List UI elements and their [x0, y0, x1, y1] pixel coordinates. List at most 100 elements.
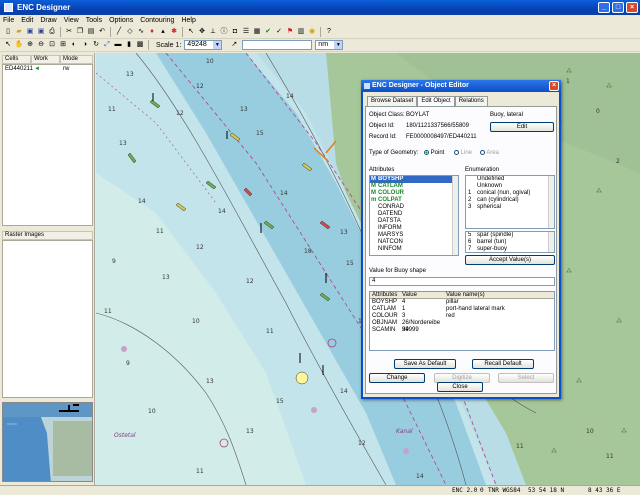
- measure-icon[interactable]: ⟂: [208, 27, 218, 37]
- menu-options[interactable]: Options: [109, 17, 133, 24]
- draw-area-icon[interactable]: ◇: [125, 27, 135, 37]
- tab-browse-dataset[interactable]: Browse Dataset: [367, 96, 418, 106]
- table-row[interactable]: COLOUR 3 red: [370, 313, 554, 320]
- edit-button[interactable]: Edit: [490, 122, 554, 132]
- attribute-item[interactable]: M BOYSHP: [370, 176, 458, 183]
- cut-icon[interactable]: ✂: [64, 27, 74, 37]
- unit-combo[interactable]: nm ▼: [315, 40, 344, 50]
- header-value-names[interactable]: Value name(s): [444, 292, 554, 298]
- close-window-button[interactable]: ×: [626, 2, 638, 13]
- save-all-icon[interactable]: ▣: [36, 27, 46, 37]
- grid-icon[interactable]: ▦: [252, 27, 262, 37]
- menu-tools[interactable]: Tools: [86, 17, 102, 24]
- attribute-item[interactable]: CONRAD: [370, 204, 458, 211]
- info-icon[interactable]: ⓘ: [219, 27, 229, 37]
- flag-icon[interactable]: ⚑: [285, 27, 295, 37]
- attribute-item[interactable]: M CATLAM: [370, 183, 458, 190]
- fit-icon[interactable]: ⤢: [102, 40, 112, 50]
- save-icon[interactable]: ▣: [25, 27, 35, 37]
- enumeration-item[interactable]: 1 conical (nun, ogival): [466, 190, 554, 197]
- table-row[interactable]: BOYSHP 4 pillar: [370, 299, 554, 306]
- table-row[interactable]: OBJNAM 26/Nordereibe 34: [370, 320, 554, 333]
- menu-draw[interactable]: Draw: [40, 17, 56, 24]
- zoom-window-icon[interactable]: ⊡: [47, 40, 57, 50]
- enumeration-item[interactable]: 2 can (cylindrical): [466, 197, 554, 204]
- close-button[interactable]: Close: [437, 382, 483, 392]
- attribute-item[interactable]: m COLPAT: [370, 197, 458, 204]
- zoom-out-icon[interactable]: ⊖: [36, 40, 46, 50]
- attribute-item[interactable]: NINFOM: [370, 246, 458, 253]
- light-icon[interactable]: ✱: [169, 27, 179, 37]
- cell-row[interactable]: ED440211 ◄ rw: [3, 65, 92, 73]
- chevron-down-icon[interactable]: ▼: [334, 41, 343, 49]
- table-row[interactable]: CATLAM 1 port-hand lateral mark: [370, 306, 554, 313]
- pointer-icon[interactable]: ↖: [3, 40, 13, 50]
- column-work[interactable]: Work: [31, 55, 60, 64]
- help-icon[interactable]: ?: [324, 27, 334, 37]
- zoom-prev-icon[interactable]: ◐: [69, 40, 79, 50]
- attributes-scrollbar[interactable]: [452, 176, 458, 255]
- palette-icon[interactable]: ▩: [135, 40, 145, 50]
- chart-icon[interactable]: ▥: [296, 27, 306, 37]
- enumeration-item[interactable]: 7 super-buoy: [466, 246, 554, 252]
- radio-line[interactable]: [454, 150, 459, 155]
- enumeration-item[interactable]: 5 spar (spindle): [466, 232, 554, 239]
- attribute-item[interactable]: MARSYS: [370, 232, 458, 239]
- attribute-item[interactable]: DATEND: [370, 211, 458, 218]
- overview-map[interactable]: [2, 402, 93, 482]
- tab-relations[interactable]: Relations: [454, 96, 488, 106]
- draw-line-icon[interactable]: ╱: [114, 27, 124, 37]
- header-value[interactable]: Value: [400, 292, 444, 298]
- chevron-down-icon[interactable]: ▼: [213, 41, 222, 49]
- attribute-item[interactable]: NATCON: [370, 239, 458, 246]
- enumeration-item[interactable]: 6 barrel (tun): [466, 239, 554, 246]
- zoom-next-icon[interactable]: ◑: [80, 40, 90, 50]
- validate-icon[interactable]: ✓: [274, 27, 284, 37]
- change-button[interactable]: Change: [369, 373, 425, 383]
- night-mode-icon[interactable]: ▮: [124, 40, 134, 50]
- scale-combo[interactable]: 49248 ▼: [184, 40, 223, 50]
- buoy-red-icon[interactable]: ♦: [147, 27, 157, 37]
- column-mode[interactable]: Mode: [60, 55, 93, 64]
- paste-icon[interactable]: ▤: [86, 27, 96, 37]
- radio-point[interactable]: [424, 150, 429, 155]
- enumeration-scrollbar[interactable]: [548, 176, 554, 228]
- enumeration-list[interactable]: Undefined Unknown 1 conical (nun, ogival) 2 c…: [465, 175, 555, 229]
- geometry-area-option[interactable]: Area: [480, 150, 499, 156]
- close-icon[interactable]: ×: [549, 81, 559, 91]
- value-input[interactable]: 4: [369, 277, 555, 286]
- menu-help[interactable]: Help: [181, 17, 195, 24]
- distance-input[interactable]: [242, 40, 313, 50]
- open-folder-icon[interactable]: ▰: [14, 27, 24, 37]
- column-cells[interactable]: Cells: [2, 55, 31, 64]
- day-mode-icon[interactable]: ▬: [113, 40, 123, 50]
- zoom-extent-icon[interactable]: ⊞: [58, 40, 68, 50]
- maximize-button[interactable]: □: [612, 2, 624, 13]
- radio-area[interactable]: [480, 150, 485, 155]
- check-icon[interactable]: ✔: [263, 27, 273, 37]
- enumeration-list-lower[interactable]: 5 spar (spindle) 6 barrel (tun) 7 super-buoy: [465, 231, 555, 253]
- accept-values-button[interactable]: Accept Value(s): [465, 255, 555, 265]
- select-icon[interactable]: ↖: [186, 27, 196, 37]
- copy-icon[interactable]: ❐: [75, 27, 85, 37]
- raster-images-header[interactable]: Raster Images: [2, 231, 93, 240]
- enumeration-item[interactable]: Undefined: [466, 176, 554, 183]
- buoy-icon[interactable]: ▴: [158, 27, 168, 37]
- recall-default-button[interactable]: Recall Default: [472, 359, 534, 369]
- hand-icon[interactable]: ✋: [14, 40, 24, 50]
- attribute-item[interactable]: INFORM: [370, 225, 458, 232]
- print-icon[interactable]: ⎙: [47, 27, 57, 37]
- layers-icon[interactable]: ☰: [241, 27, 251, 37]
- header-attributes[interactable]: Attributes: [370, 292, 400, 298]
- menu-file[interactable]: File: [3, 17, 14, 24]
- attribute-item[interactable]: M COLOUR: [370, 190, 458, 197]
- marker-icon[interactable]: ◘: [230, 27, 240, 37]
- attribute-item[interactable]: DATSTA: [370, 218, 458, 225]
- menu-edit[interactable]: Edit: [21, 17, 33, 24]
- enumeration-lower-scrollbar[interactable]: [548, 232, 554, 252]
- refresh-icon[interactable]: ↻: [91, 40, 101, 50]
- new-file-icon[interactable]: ▯: [3, 27, 13, 37]
- minimize-button[interactable]: _: [598, 2, 610, 13]
- attributes-list[interactable]: M BOYSHP M CATLAM M COLOUR m COLPAT CONRAD DATEND…: [369, 175, 459, 256]
- geometry-line-option[interactable]: Line: [454, 150, 472, 156]
